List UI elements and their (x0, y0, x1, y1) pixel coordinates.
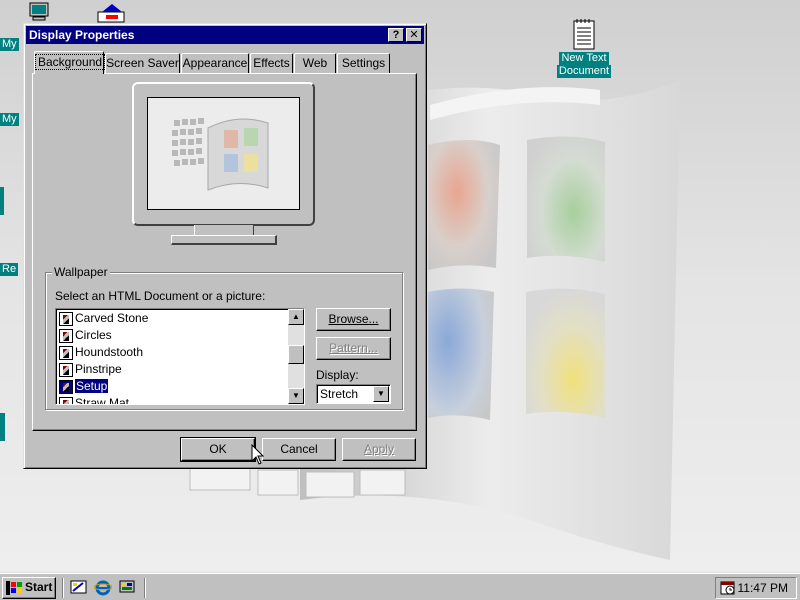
text-document-label-1[interactable]: New Text (559, 52, 609, 65)
display-properties-window: Display Properties ? ✕ Background Screen… (23, 23, 427, 469)
desktop-icon-stub-2[interactable] (0, 413, 5, 441)
taskbar: Start 11:47 PM (0, 572, 800, 600)
list-item[interactable]: Straw Mat (59, 395, 129, 404)
system-tray: 11:47 PM (715, 577, 797, 599)
recycle-bin-label[interactable]: Re (0, 263, 19, 276)
tab-screen-saver[interactable]: Screen Saver (105, 53, 180, 73)
monitor-neck (194, 225, 254, 235)
list-item[interactable]: Circles (59, 327, 112, 344)
display-mode-select[interactable]: Stretch ▼ (316, 384, 391, 404)
display-mode-value: Stretch (320, 387, 359, 401)
text-document-label-2[interactable]: Document (556, 65, 612, 78)
start-button[interactable]: Start (2, 577, 56, 599)
html-document-icon (59, 311, 73, 326)
scroll-thumb[interactable] (288, 345, 304, 364)
list-scrollbar[interactable]: ▲ ▼ (288, 309, 304, 404)
list-item[interactable]: Carved Stone (59, 310, 148, 327)
tab-appearance[interactable]: Appearance (181, 53, 249, 73)
list-item-selected[interactable]: Setup (59, 378, 109, 395)
html-document-icon (59, 328, 73, 343)
wallpaper-list[interactable]: Carved Stone Circles Houndstooth Pinstri… (55, 308, 305, 405)
pattern-button[interactable]: Pattern... (316, 337, 391, 360)
help-button[interactable]: ? (388, 28, 404, 42)
scheduler-icon[interactable] (720, 580, 736, 596)
scroll-up-arrow-icon[interactable]: ▲ (288, 309, 304, 325)
wallpaper-preview (147, 97, 300, 210)
my-documents-label[interactable]: My (0, 113, 19, 126)
ok-button[interactable]: OK (180, 437, 256, 462)
monitor-base (171, 235, 277, 245)
html-document-icon (59, 396, 73, 404)
window-title: Display Properties (29, 28, 135, 42)
clock[interactable]: 11:47 PM (738, 581, 788, 595)
browse-button[interactable]: Browse... (316, 308, 391, 331)
desktop-icon-stub[interactable] (0, 187, 4, 215)
network-icon[interactable] (96, 2, 128, 24)
windows-logo-icon (6, 581, 22, 595)
wallpaper-group-label: Wallpaper (52, 265, 110, 279)
tab-web[interactable]: Web (294, 53, 336, 73)
list-item[interactable]: Houndstooth (59, 344, 143, 361)
text-document-icon-group[interactable]: New Text Document (549, 18, 619, 78)
internet-explorer-icon[interactable] (94, 579, 112, 596)
show-desktop-icon[interactable] (70, 579, 88, 596)
tab-background[interactable]: Background (34, 51, 106, 74)
tab-effects[interactable]: Effects (250, 53, 293, 73)
my-computer-icon[interactable] (28, 2, 50, 22)
html-document-icon (59, 379, 73, 394)
channels-icon[interactable] (118, 579, 136, 596)
html-document-icon (59, 345, 73, 360)
title-bar[interactable]: Display Properties ? ✕ (26, 26, 424, 44)
list-item[interactable]: Pinstripe (59, 361, 122, 378)
my-computer-label[interactable]: My (0, 38, 19, 51)
scroll-down-arrow-icon[interactable]: ▼ (288, 388, 304, 404)
taskbar-separator (62, 578, 64, 598)
start-label: Start (25, 580, 53, 594)
tab-settings[interactable]: Settings (337, 53, 390, 73)
taskbar-separator-2 (144, 578, 146, 598)
text-document-icon[interactable] (571, 18, 597, 52)
monitor-preview (132, 82, 315, 226)
html-document-icon (59, 362, 73, 377)
mouse-cursor-icon (251, 444, 265, 465)
chevron-down-icon[interactable]: ▼ (373, 386, 389, 402)
close-button[interactable]: ✕ (406, 28, 422, 42)
cancel-button[interactable]: Cancel (262, 438, 336, 461)
wallpaper-prompt: Select an HTML Document or a picture: (55, 289, 266, 303)
display-label: Display: (316, 368, 359, 382)
apply-button[interactable]: Apply (342, 438, 416, 461)
